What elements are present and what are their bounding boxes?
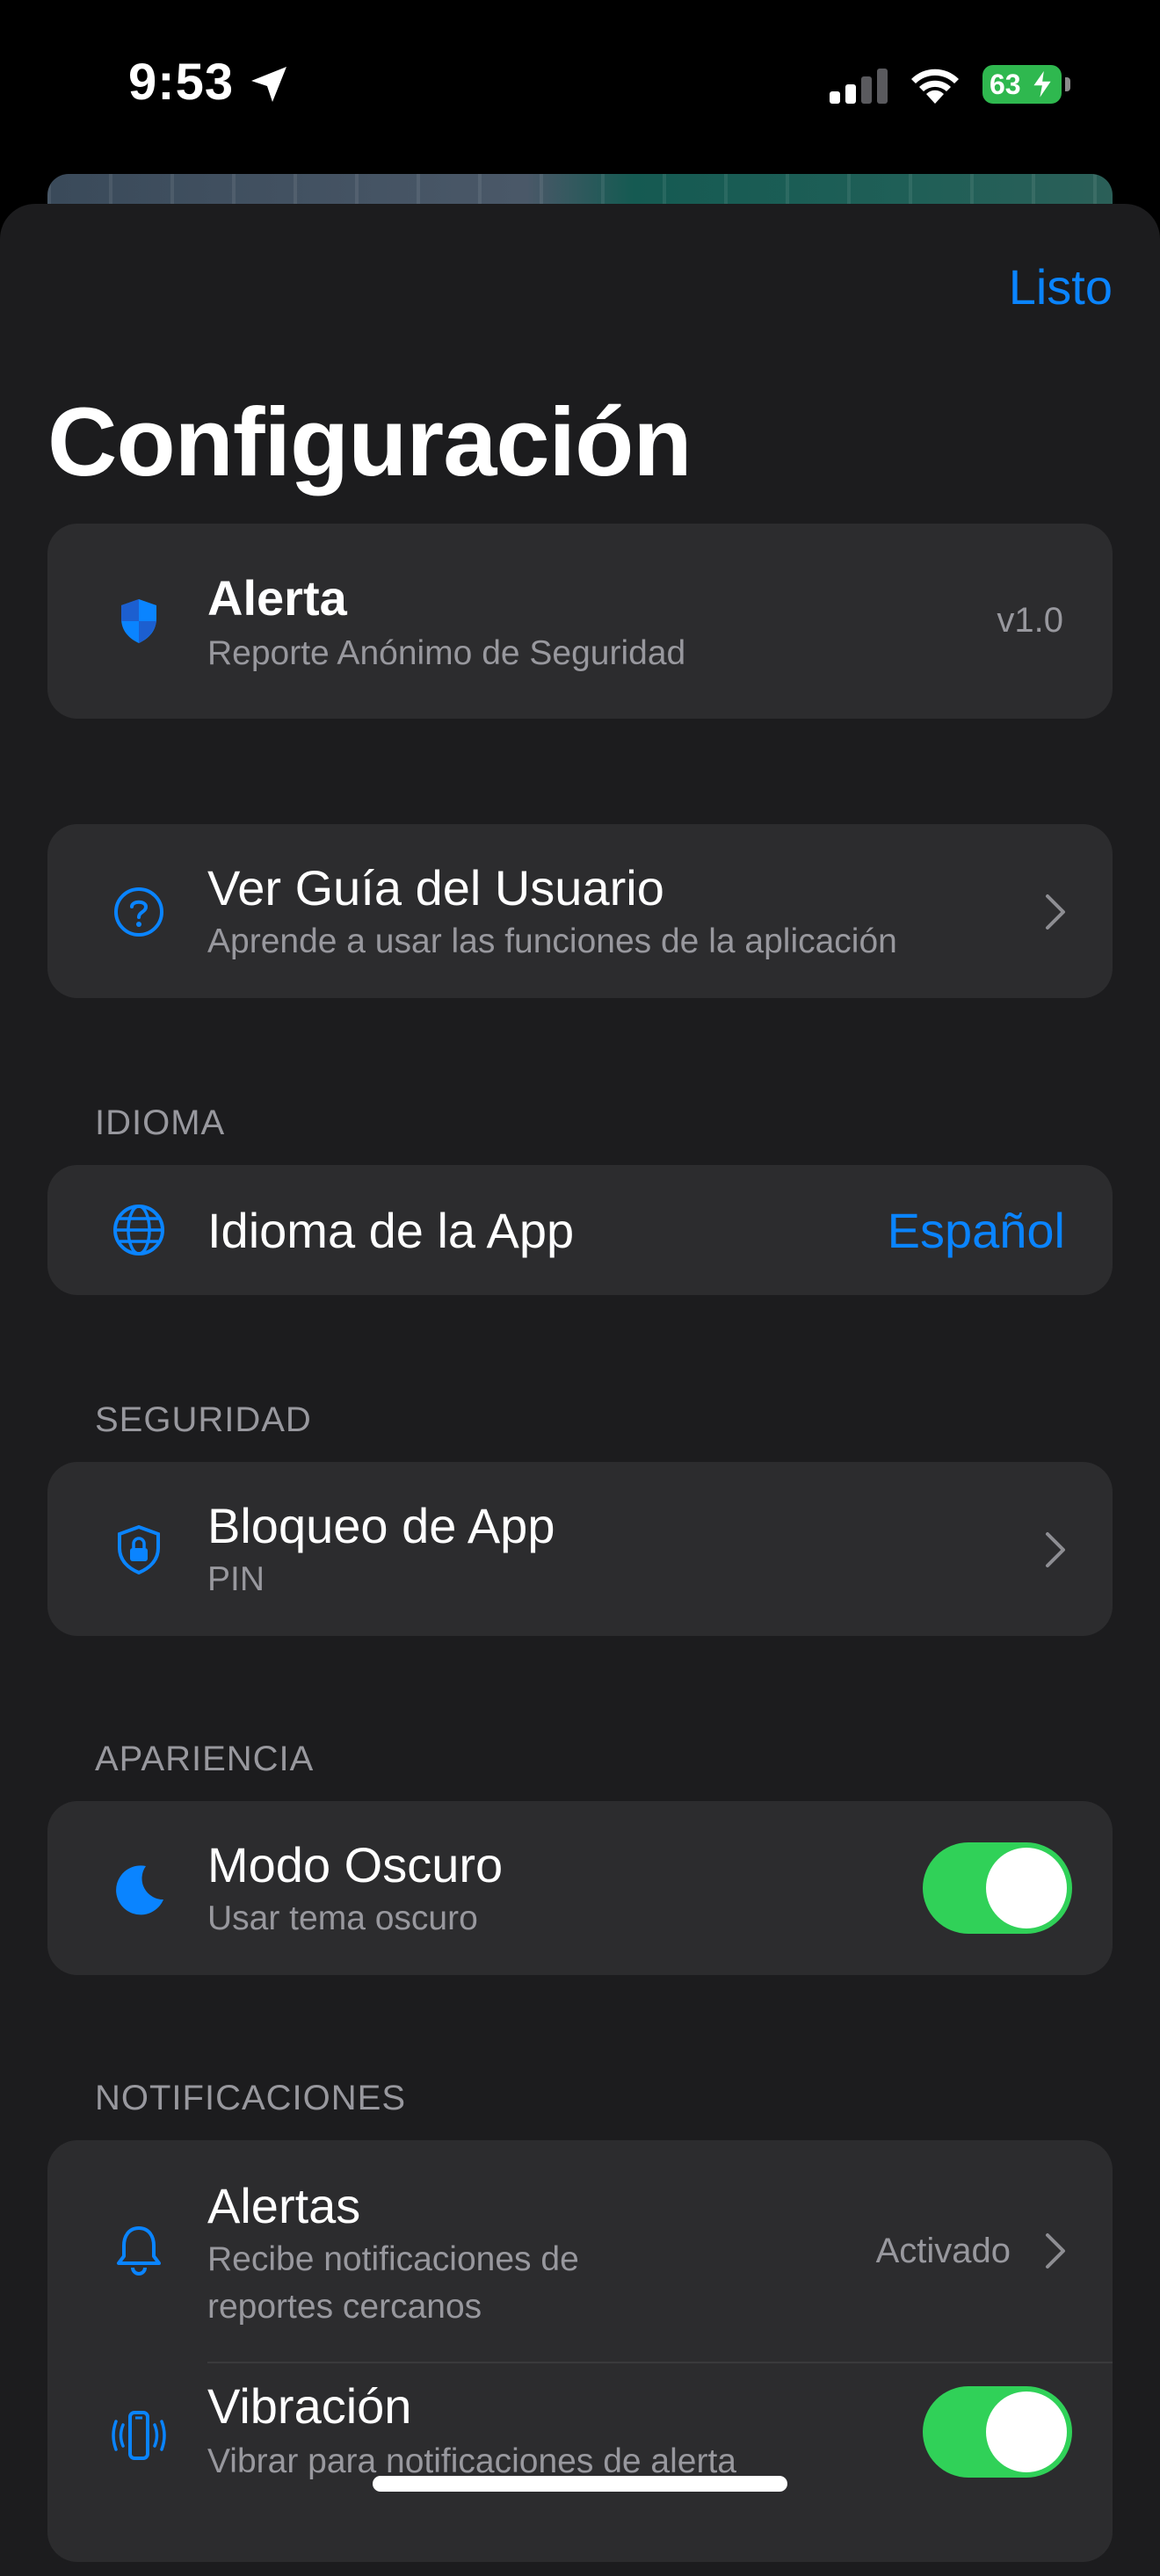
- location-arrow-icon: [251, 67, 286, 102]
- app-subtitle: Reporte Anónimo de Seguridad: [207, 634, 686, 672]
- moon-icon: [116, 1865, 163, 1915]
- phone-vibrate-icon: [112, 2411, 166, 2460]
- status-time: 9:53: [128, 54, 235, 111]
- alerts-title: Alertas: [207, 2178, 361, 2233]
- home-indicator[interactable]: [373, 2476, 787, 2492]
- alerts-subtitle-line2: reportes cercanos: [207, 2288, 482, 2326]
- app-name: Alerta: [207, 570, 347, 626]
- battery-percent: 63: [990, 69, 1021, 100]
- chevron-right-icon: [1046, 894, 1065, 930]
- question-circle-icon: [114, 887, 163, 937]
- language-label: Idioma de la App: [207, 1203, 575, 1258]
- app-lock-title: Bloqueo de App: [207, 1498, 555, 1553]
- status-bar: 9:53 63: [0, 0, 1160, 176]
- shield-icon: [121, 599, 156, 643]
- dark-mode-title: Modo Oscuro: [207, 1837, 504, 1892]
- globe-icon: [113, 1205, 164, 1255]
- vibration-toggle[interactable]: [923, 2386, 1072, 2478]
- app-info-card: Alerta Reporte Anónimo de Seguridad v1.0: [47, 524, 1113, 719]
- dark-mode-subtitle: Usar tema oscuro: [207, 1899, 478, 1937]
- cellular-signal-icon: [830, 69, 888, 104]
- lock-shield-icon: [118, 1524, 160, 1575]
- app-version: v1.0: [997, 601, 1063, 640]
- alerts-value: Activado: [875, 2232, 1011, 2270]
- user-guide-row[interactable]: Ver Guía del Usuario Aprende a usar las …: [47, 824, 1113, 998]
- bell-icon: [117, 2226, 161, 2276]
- user-guide-title: Ver Guía del Usuario: [207, 860, 664, 915]
- language-row[interactable]: Idioma de la App Español: [47, 1165, 1113, 1295]
- page-title: Configuración: [47, 388, 692, 496]
- app-lock-row[interactable]: Bloqueo de App PIN: [47, 1462, 1113, 1636]
- dark-mode-toggle[interactable]: [923, 1842, 1072, 1934]
- vibration-title: Vibración: [207, 2378, 412, 2434]
- notifications-card: Alertas Recibe notificaciones de reporte…: [47, 2140, 1113, 2562]
- toggle-knob: [986, 2391, 1067, 2472]
- app-lock-value: PIN: [207, 1560, 265, 1598]
- language-value[interactable]: Español: [888, 1202, 1065, 1259]
- chevron-right-icon: [1046, 2233, 1065, 2268]
- alerts-row[interactable]: Alertas Recibe notificaciones de reporte…: [47, 2140, 1113, 2362]
- alerts-subtitle-line1: Recibe notificaciones de: [207, 2240, 579, 2278]
- done-button[interactable]: Listo: [1009, 258, 1113, 315]
- battery-tip: [1065, 77, 1070, 91]
- dark-mode-row: Modo Oscuro Usar tema oscuro: [47, 1801, 1113, 1975]
- toggle-knob: [986, 1848, 1067, 1928]
- vibration-row: Vibración Vibrar para notificaciones de …: [47, 2363, 1113, 2562]
- section-header-security: SEGURIDAD: [95, 1400, 312, 1439]
- section-header-language: IDIOMA: [95, 1103, 226, 1142]
- wifi-icon: [911, 69, 959, 104]
- section-header-notifications: NOTIFICACIONES: [95, 2079, 407, 2117]
- chevron-right-icon: [1046, 1532, 1065, 1567]
- section-header-appearance: APARIENCIA: [95, 1740, 315, 1778]
- charging-bolt-icon: [1031, 69, 1054, 100]
- user-guide-subtitle: Aprende a usar las funciones de la aplic…: [207, 923, 897, 960]
